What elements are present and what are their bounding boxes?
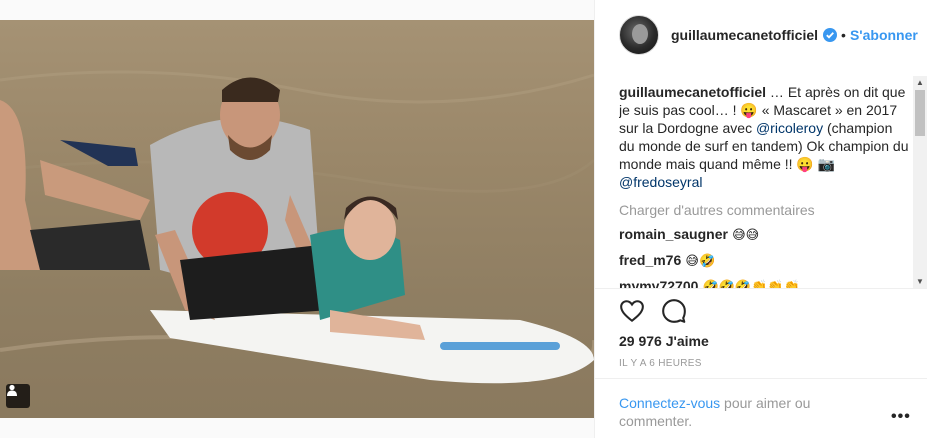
comments-list[interactable]: guillaumecanetofficiel … Et après on dit… [619, 73, 909, 288]
divider [595, 288, 927, 289]
comment-item: mymy72700 🤣🤣🤣👏👏👏 [619, 277, 909, 288]
comments-scrollbar[interactable]: ▲ ▼ [913, 76, 927, 288]
comment-item: romain_saugner 😅😅 [619, 225, 909, 245]
load-more-comments-button[interactable]: Charger d'autres commentaires [619, 201, 909, 219]
heart-icon[interactable] [619, 298, 645, 324]
login-link[interactable]: Connectez-vous [619, 395, 720, 411]
comment-username[interactable]: mymy72700 [619, 278, 698, 288]
comment-bubble-icon[interactable] [661, 298, 687, 324]
comment-username[interactable]: romain_saugner [619, 226, 728, 242]
verified-badge-icon [823, 28, 838, 42]
user-tag-icon [7, 384, 17, 396]
scrollbar-thumb[interactable] [915, 90, 925, 136]
post-header: guillaumecanetofficiel • S'abonner [595, 0, 927, 70]
comment-username[interactable]: fred_m76 [619, 252, 681, 268]
post-username[interactable]: guillaumecanetofficiel [671, 27, 818, 43]
separator-dot: • [841, 27, 846, 43]
caption-mention-ricoleroy[interactable]: @ricoleroy [756, 120, 823, 136]
scroll-up-arrow-icon[interactable]: ▲ [916, 78, 924, 87]
comment-item: fred_m76 😅🤣 [619, 251, 909, 271]
user-tag-button[interactable] [6, 384, 30, 408]
comment-text: 😅😅 [727, 228, 760, 243]
avatar[interactable] [619, 15, 659, 55]
post-actions [619, 298, 687, 328]
comment-text: 😅🤣 [681, 254, 716, 269]
post-timestamp[interactable]: IL Y A 6 HEURES [619, 358, 702, 369]
surf-photo-illustration [0, 70, 594, 384]
login-prompt: Connectez-vous pour aimer ou commenter. [619, 394, 859, 430]
divider [595, 378, 927, 379]
more-options-button[interactable]: ••• [891, 408, 911, 426]
post-photo[interactable] [0, 20, 594, 418]
scroll-down-arrow-icon[interactable]: ▼ [916, 277, 924, 286]
caption-mention-fredoseyral[interactable]: @fredoseyral [619, 174, 702, 190]
comment-text: 🤣🤣🤣👏👏👏 [698, 280, 800, 288]
post-caption: guillaumecanetofficiel … Et après on dit… [619, 73, 909, 191]
post-side-panel: guillaumecanetofficiel • S'abonner guill… [594, 0, 927, 438]
follow-button[interactable]: S'abonner [850, 27, 918, 43]
caption-username[interactable]: guillaumecanetofficiel [619, 84, 766, 100]
likes-count[interactable]: 29 976 J'aime [619, 333, 709, 349]
